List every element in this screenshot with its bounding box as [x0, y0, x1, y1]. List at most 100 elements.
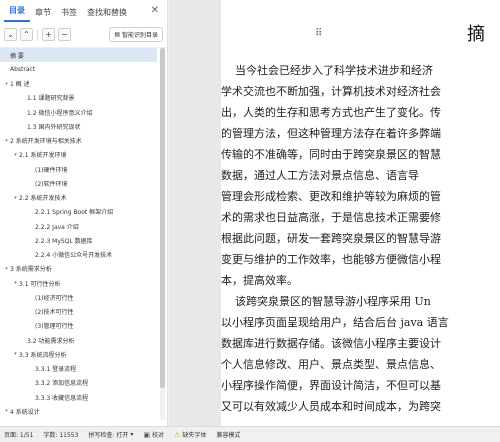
- outline-item[interactable]: ▾ 4 系统设计: [0, 404, 157, 418]
- outline-item[interactable]: ▾ 2.1 系统开发环境: [0, 148, 157, 162]
- doc-paragraph-line: 出，人类的生存和思考方式也产生了变化。传: [221, 106, 441, 119]
- outline-item-label: 2.2.1 Spring Boot 框架介绍: [35, 209, 114, 217]
- doc-paragraph-line: 术的需求也日益高涨，于是信息技术正需要修: [221, 211, 441, 224]
- chevron-down-icon[interactable]: ▾: [3, 266, 10, 272]
- outline-panel: 目录 章节 书签 查找和替换 ✕ ⌄ ⌃ + − ▤ 智能识别目录 摘 要 Abs…: [0, 0, 168, 426]
- outline-item[interactable]: (1)经济可行性: [0, 290, 157, 304]
- word-count[interactable]: 字数: 11553: [43, 430, 78, 439]
- doc-paragraph-line: 数据库进行数据存储。该微信小程序主要设计: [221, 337, 441, 350]
- doc-heading: 摘: [467, 24, 485, 45]
- outline-item[interactable]: 3.3.3 收藏信息流程: [0, 390, 157, 404]
- outline-item[interactable]: Abstract: [0, 62, 157, 76]
- proofread-label: 校对: [152, 432, 165, 439]
- missing-font-label: 缺失字体: [182, 432, 207, 439]
- outline-tree: 摘 要 Abstract ▾ 1 概 述 1.1 课题研究背景 1.2 微信小程序意义介绍…: [0, 48, 157, 426]
- outline-item-label: 4 系统设计: [10, 408, 40, 416]
- outline-item[interactable]: (1)硬件环境: [0, 162, 157, 176]
- outline-item-label: (1)硬件环境: [35, 166, 68, 174]
- expand-all-button[interactable]: ⌃: [20, 28, 33, 41]
- outline-item[interactable]: 摘 要: [0, 48, 157, 63]
- doc-paragraph-line: 本，提高效率。: [221, 274, 298, 287]
- toolbar-divider: [37, 29, 38, 40]
- missing-font-button[interactable]: ⚠ 缺失字体: [174, 430, 207, 440]
- outline-item-label: 2.1 系统开发环境: [19, 152, 67, 160]
- spell-check-toggle[interactable]: 拼写检查: 打开 ▾: [88, 430, 133, 439]
- doc-paragraph-line: 传输的不准确等，同时由于跨突泉景区的智慧: [221, 148, 441, 161]
- tab-chapters[interactable]: 章节: [30, 7, 56, 22]
- tab-contents[interactable]: 目录: [4, 5, 30, 22]
- tab-find-replace[interactable]: 查找和替换: [82, 7, 132, 22]
- outline-item-label: 3.1 可行性分析: [19, 280, 61, 288]
- doc-paragraph-line: 变更与维护的工作效率，也能够方便微信小程: [221, 253, 441, 266]
- outline-item[interactable]: (2)技术可行性: [0, 305, 157, 319]
- doc-paragraph-line: 根据此问题，研发一套跨突泉景区的智慧导游: [221, 232, 441, 245]
- smart-toc-icon: ▤: [114, 31, 120, 38]
- outline-toolbar: ⌄ ⌃ + − ▤ 智能识别目录: [0, 22, 167, 48]
- tab-bookmarks[interactable]: 书签: [56, 7, 82, 22]
- outline-item-label: 3.2 功能需求分析: [27, 337, 75, 345]
- chevron-down-icon[interactable]: ▾: [12, 152, 19, 158]
- outline-item[interactable]: 1.3 国内外研究现状: [0, 119, 157, 133]
- outline-item[interactable]: (3)管理可行性: [0, 319, 157, 333]
- outline-item-label: 1 概 述: [10, 81, 30, 89]
- doc-paragraph-line: 学术交流也不断加强，计算机技术对经济社会: [221, 85, 441, 98]
- outline-item[interactable]: 2.2.4 小微信公众号开发技术: [0, 248, 157, 262]
- outline-item-label: 2.2.2 Java 介绍: [35, 223, 79, 231]
- outline-item[interactable]: (2)软件环境: [0, 176, 157, 190]
- outline-item[interactable]: 3.2 功能需求分析: [0, 333, 157, 347]
- document-page[interactable]: ⠿ 摘 当今社会已经步入了科学技术进步和经济 学术交流也不断加强，计算机技术对经济…: [221, 0, 500, 426]
- panel-tabs: 目录 章节 书签 查找和替换 ✕: [0, 0, 167, 22]
- outline-item-label: 3.3.2 添加信息流程: [35, 380, 89, 388]
- outline-item-label: 3.3.3 收藏信息流程: [35, 394, 89, 402]
- outline-item-label: 2.2 系统开发技术: [19, 195, 67, 203]
- outline-item-label: (2)软件环境: [35, 180, 68, 188]
- outline-item[interactable]: 1.2 微信小程序意义介绍: [0, 105, 157, 119]
- doc-paragraph-line: 又可以有效减少人员成本和时间成本，为跨突: [221, 400, 441, 413]
- chevron-down-icon[interactable]: ▾: [12, 195, 19, 201]
- outline-item-label: (3)管理可行性: [35, 323, 74, 331]
- chevron-down-icon: ▾: [130, 431, 134, 438]
- outline-item-label: (1)经济可行性: [35, 294, 74, 302]
- outline-item[interactable]: 2.2.1 Spring Boot 框架介绍: [0, 205, 157, 219]
- chevron-down-icon[interactable]: ▾: [3, 81, 10, 87]
- drag-handle-icon[interactable]: ⠿: [315, 28, 322, 39]
- spell-check-label: 拼写检查: 打开: [88, 432, 129, 439]
- outline-item[interactable]: 3.3.2 添加信息流程: [0, 376, 157, 390]
- remove-heading-button[interactable]: −: [58, 28, 71, 41]
- doc-paragraph-line: 小程序操作简便，界面设计简洁，不但可以基: [221, 379, 441, 392]
- outline-item-label: 1.3 国内外研究现状: [27, 123, 81, 131]
- status-bar: 页面: 1/51 字数: 11553 拼写检查: 打开 ▾ ▣ 校对 ⚠ 缺失字…: [0, 426, 500, 442]
- outline-item-label: 3 系统需求分析: [10, 266, 52, 274]
- outline-item[interactable]: ▾ 2 系统开发环境与相关技术: [0, 134, 157, 148]
- add-heading-button[interactable]: +: [42, 28, 55, 41]
- outline-item[interactable]: ▾ 1 概 述: [0, 77, 157, 91]
- outline-item-label: 1.1 课题研究背景: [27, 95, 75, 103]
- close-icon[interactable]: ✕: [151, 5, 159, 16]
- doc-paragraph-line: 数据，通过人工方法对景点信息、语言导: [221, 169, 419, 182]
- collapse-all-button[interactable]: ⌄: [4, 28, 17, 41]
- chevron-down-icon[interactable]: ▾: [12, 351, 19, 357]
- outline-item[interactable]: ▾ 2.2 系统开发技术: [0, 191, 157, 205]
- page-indicator[interactable]: 页面: 1/51: [4, 430, 33, 439]
- outline-scrollbar[interactable]: [160, 48, 165, 420]
- outline-item[interactable]: 2.2.3 MySQL 数据库: [0, 233, 157, 247]
- chevron-down-icon[interactable]: ▾: [3, 408, 10, 414]
- outline-item[interactable]: 1.1 课题研究背景: [0, 91, 157, 105]
- chevron-down-icon[interactable]: ▾: [3, 138, 10, 144]
- outline-item[interactable]: ▾ 3.3 系统流程分析: [0, 347, 157, 361]
- outline-item-label: 2.2.3 MySQL 数据库: [35, 237, 93, 245]
- scrollbar-thumb[interactable]: [160, 48, 165, 388]
- outline-item[interactable]: ▾ 3 系统需求分析: [0, 262, 157, 276]
- chevron-down-icon[interactable]: ▾: [12, 280, 19, 286]
- smart-toc-button[interactable]: ▤ 智能识别目录: [109, 27, 163, 42]
- outline-item-label: 1.2 微信小程序意义介绍: [27, 109, 93, 117]
- proofread-button[interactable]: ▣ 校对: [143, 430, 165, 440]
- outline-item[interactable]: ▾ 3.1 可行性分析: [0, 276, 157, 290]
- doc-paragraph-line: 的管理方法，但这种管理方法存在着许多弊端: [221, 127, 441, 140]
- compat-mode: 兼容模式: [216, 432, 241, 439]
- outline-item[interactable]: 2.2.2 Java 介绍: [0, 219, 157, 233]
- document-area[interactable]: ⠿ 摘 当今社会已经步入了科学技术进步和经济 学术交流也不断加强，计算机技术对经济…: [169, 0, 500, 426]
- outline-item-label: 3.3 系统流程分析: [19, 351, 67, 359]
- outline-item[interactable]: 3.3.1 登录流程: [0, 362, 157, 376]
- warning-icon: ⚠: [174, 430, 181, 439]
